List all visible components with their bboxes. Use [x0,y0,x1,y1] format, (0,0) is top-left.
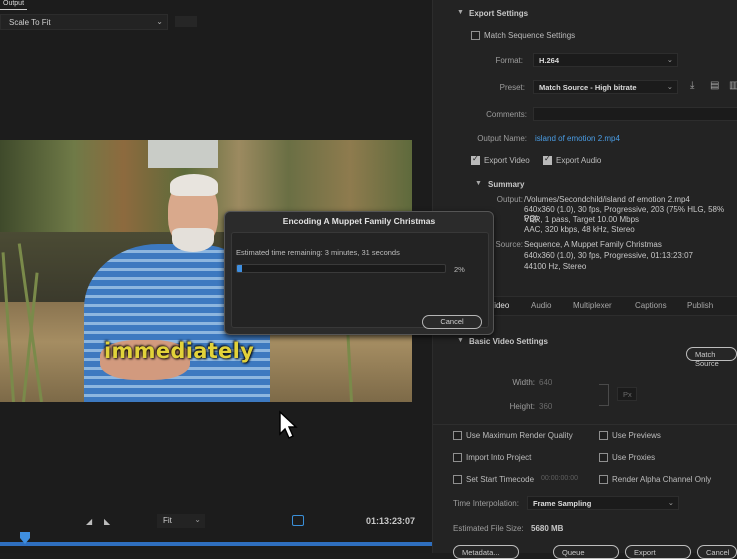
import-into-project-label: Import Into Project [466,453,532,462]
tab-audio[interactable]: Audio [531,301,551,310]
comments-input[interactable] [533,107,737,121]
summary-heading: Summary [488,180,525,189]
time-interpolation-dropdown[interactable]: Frame Sampling ⌄ [527,496,679,510]
summary-output-line: /Volumes/Secondchild/island of emotion 2… [524,195,690,204]
scale-mode-dropdown[interactable]: Scale To Fit ⌄ [0,14,168,30]
comments-label: Comments: [486,110,527,119]
progress-percent: 2% [454,265,465,274]
render-alpha-label: Render Alpha Channel Only [612,475,712,484]
queue-button[interactable]: Queue [553,545,619,559]
step-forward-icon[interactable]: ◣ [104,517,110,526]
use-proxies-checkbox[interactable] [599,453,608,462]
export-video-label: Export Video [484,156,530,165]
max-render-quality-checkbox[interactable] [453,431,462,440]
cancel-button[interactable]: Cancel [422,315,482,329]
unit-dropdown[interactable]: Px [617,387,637,401]
summary-output-line: VBR, 1 pass, Target 10.00 Mbps [524,215,640,224]
playhead-timecode: 01:13:23:07 [366,516,416,526]
tab-publish[interactable]: Publish [687,301,713,310]
import-into-project-checkbox[interactable] [453,453,462,462]
summary-output-line: AAC, 320 kbps, 48 kHz, Stereo [524,225,635,234]
match-sequence-label: Match Sequence Settings [484,31,576,40]
export-audio-label: Export Audio [556,156,602,165]
chevron-down-icon: ⌄ [156,17,163,26]
set-start-timecode-checkbox[interactable] [453,475,462,484]
match-sequence-checkbox[interactable] [471,31,480,40]
tab-multiplexer[interactable]: Multiplexer [573,301,612,310]
tab-output[interactable]: Output [0,0,28,10]
divider [433,424,737,425]
preset-label: Preset: [499,83,525,92]
summary-source-line: 640x360 (1.0), 30 fps, Progressive, 01:1… [524,251,693,260]
tab-captions[interactable]: Captions [635,301,667,310]
burned-in-subtitle: immediately [104,339,255,363]
export-button[interactable]: Export [625,545,691,559]
preview-sky [148,140,218,168]
output-name-label: Output Name: [477,134,527,143]
source-range-field[interactable] [175,16,197,27]
metadata-button[interactable]: Metadata... [453,545,519,559]
chevron-down-icon: ⌄ [666,82,673,91]
mouse-cursor-icon [279,410,298,439]
set-in-out-icon[interactable] [292,515,304,526]
time-interpolation-label: Time Interpolation: [453,499,519,508]
width-value[interactable]: 640 [539,378,552,387]
export-settings-heading: Export Settings [469,9,529,18]
preset-value: Match Source - High bitrate [539,83,637,92]
output-name-link[interactable]: island of emotion 2.mp4 [535,134,620,143]
import-preset-icon[interactable]: ▤ [710,80,723,92]
transport-bar [0,510,432,542]
zoom-fit-value: Fit [163,516,172,525]
cancel-export-button[interactable]: Cancel [697,545,737,559]
unit-value: Px [623,390,632,399]
preview-person-hair [170,174,218,196]
height-label: Height: [509,402,535,411]
scale-mode-value: Scale To Fit [9,18,51,27]
export-video-checkbox[interactable] [471,154,480,165]
encoding-dialog: Encoding A Muppet Family Christmas Estim… [224,211,494,335]
set-start-timecode-label: Set Start Timecode [466,475,535,484]
format-dropdown[interactable]: H.264 ⌄ [533,53,678,67]
encode-progress-fill [237,265,243,272]
delete-preset-icon[interactable]: ▥ [729,80,737,92]
preview-person-beard [172,228,214,252]
expand-triangle-icon[interactable]: ▼ [457,9,464,16]
timeline-scrub-track[interactable] [0,542,432,546]
export-audio-checkbox[interactable] [543,154,552,165]
save-preset-icon[interactable]: ⤓ [690,80,703,92]
chevron-down-icon: ⌄ [666,55,673,64]
playhead-marker-icon[interactable] [20,532,30,544]
use-proxies-label: Use Proxies [612,453,656,462]
width-label: Width: [512,378,535,387]
aspect-lock-link-icon[interactable] [599,384,609,406]
preset-dropdown[interactable]: Match Source - High bitrate ⌄ [533,80,678,94]
zoom-fit-dropdown[interactable]: Fit ⌄ [157,514,205,528]
expand-triangle-icon[interactable]: ▼ [475,180,482,187]
summary-source-line: 44100 Hz, Stereo [524,262,587,271]
start-timecode-field[interactable]: 00:00:00:00 [541,475,578,482]
time-interpolation-value: Frame Sampling [533,499,592,508]
use-previews-label: Use Previews [612,431,661,440]
render-alpha-checkbox[interactable] [599,475,608,484]
height-value[interactable]: 360 [539,402,552,411]
chevron-down-icon: ⌄ [194,515,201,524]
step-back-icon[interactable]: ◢ [86,517,92,526]
basic-video-heading: Basic Video Settings [469,337,548,346]
match-source-button[interactable]: Match Source [686,347,737,368]
max-render-quality-label: Use Maximum Render Quality [466,431,573,440]
dialog-title: Encoding A Muppet Family Christmas [282,216,436,226]
dialog-body: Estimated time remaining: 3 minutes, 31 … [231,232,489,329]
expand-triangle-icon[interactable]: ▼ [457,337,464,344]
chevron-down-icon: ⌄ [667,498,674,507]
format-value: H.264 [539,56,560,65]
time-remaining-text: Estimated time remaining: 3 minutes, 31 … [236,248,400,257]
use-previews-checkbox[interactable] [599,431,608,440]
format-label: Format: [495,56,523,65]
encode-progress-bar [236,264,446,273]
file-size-label: Estimated File Size: [453,524,524,533]
summary-source-line: Sequence, A Muppet Family Christmas [524,240,662,249]
summary-output-key: Output: [496,195,523,204]
file-size-value: 5680 MB [531,524,564,533]
